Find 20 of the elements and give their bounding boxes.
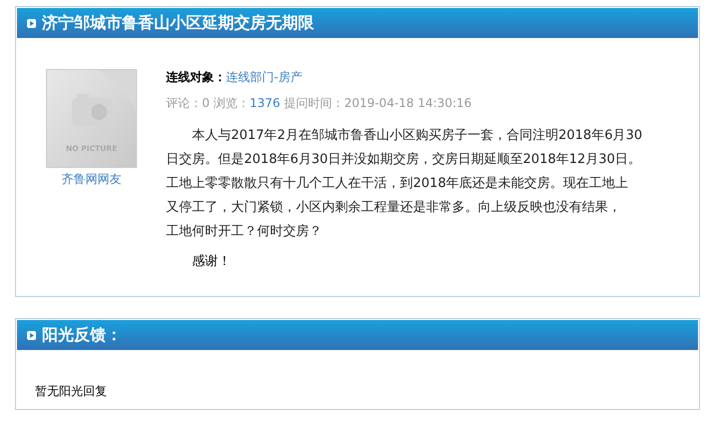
meta-value: 2019-04-18 14:30:16 bbox=[344, 96, 472, 110]
play-icon bbox=[27, 18, 36, 28]
play-icon bbox=[27, 330, 36, 340]
closing-text: 感谢！ bbox=[191, 253, 231, 270]
body-text-line: 工地何时开工？何时交房？ bbox=[166, 223, 322, 241]
reply-text: 暂无阳光回复 bbox=[34, 383, 108, 400]
meta-label: 提问时间： bbox=[284, 96, 344, 110]
target-label: 连线对象： bbox=[166, 70, 226, 84]
body-text-line: 工地上零零散散只有十几个工人在干活，到2018年底还是未能交房。现在工地上 bbox=[166, 175, 628, 193]
author-name[interactable]: 齐鲁网网友 bbox=[62, 171, 122, 188]
body-text-line: 又停工了，大门紧锁，小区内剩余工程量还是非常多。向上级反映也没有结果， bbox=[166, 199, 621, 217]
body-text-line: 日交房。但是2018年6月30日并没如期交房，交房日期延顺至2018年12月30日。 bbox=[166, 151, 642, 169]
target-link[interactable]: 连线部门-房产 bbox=[226, 70, 302, 84]
panel-title: 阳光反馈： bbox=[42, 324, 122, 346]
meta-value: 1376 bbox=[250, 96, 280, 110]
meta-label: 评论： bbox=[166, 96, 202, 110]
body-text-line: 本人与2017年2月在邹城市鲁香山小区购买房子一套，合同注明2018年6月30 bbox=[191, 127, 642, 145]
meta-label: 浏览： bbox=[214, 96, 250, 110]
panel-title: 济宁邹城市鲁香山小区延期交房无期限 bbox=[42, 12, 314, 34]
meta-value: 0 bbox=[202, 96, 210, 110]
